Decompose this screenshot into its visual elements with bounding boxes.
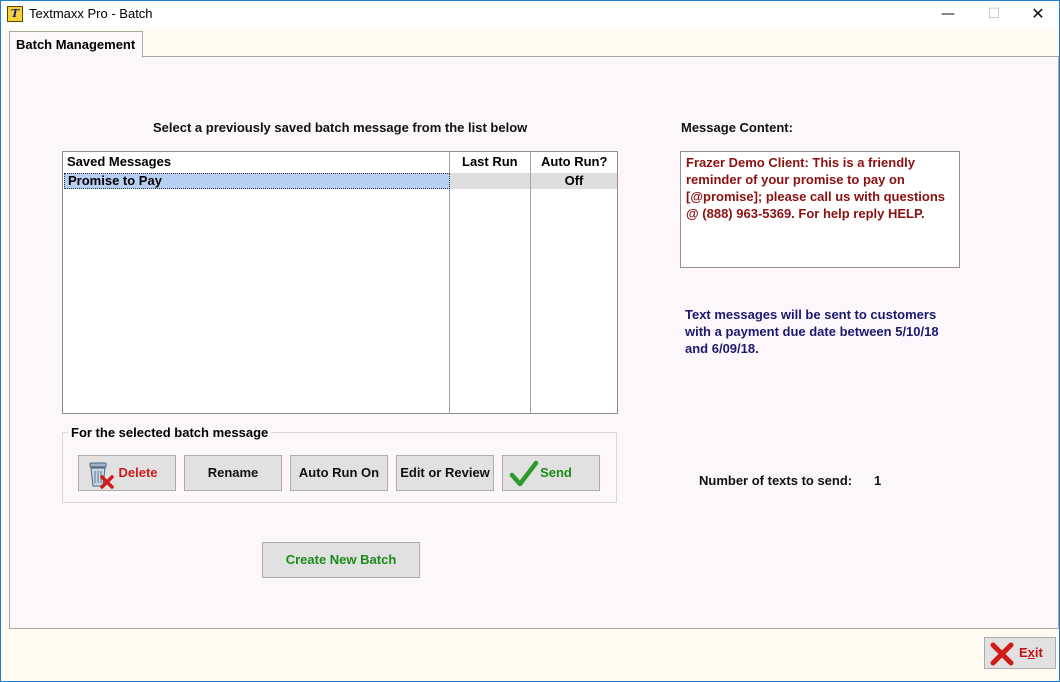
app-window: T Textmaxx Pro - Batch — ☐ ✕ Batch Manag… bbox=[0, 0, 1060, 682]
edit-or-review-button[interactable]: Edit or Review bbox=[396, 455, 494, 491]
send-button-label: Send bbox=[540, 465, 572, 480]
create-new-batch-button[interactable]: Create New Batch bbox=[262, 542, 420, 578]
exit-button-label: Exit bbox=[1019, 645, 1043, 660]
minimize-button[interactable]: — bbox=[925, 1, 971, 29]
textmaxx-logo-icon: T bbox=[7, 6, 23, 22]
message-content-label: Message Content: bbox=[681, 120, 793, 135]
trash-icon bbox=[89, 462, 114, 489]
window-title: Textmaxx Pro - Batch bbox=[29, 6, 153, 21]
title-bar[interactable]: T Textmaxx Pro - Batch — ☐ ✕ bbox=[1, 1, 1059, 29]
column-header-last-run[interactable]: Last Run bbox=[462, 154, 518, 169]
texts-to-send-count: 1 bbox=[874, 473, 882, 488]
close-x-icon bbox=[990, 642, 1014, 666]
instructions-label: Select a previously saved batch message … bbox=[153, 120, 528, 135]
column-divider bbox=[449, 152, 450, 413]
close-button[interactable]: ✕ bbox=[1015, 1, 1060, 29]
delete-button-label: Delete bbox=[118, 465, 158, 480]
batch-actions-group-title: For the selected batch message bbox=[68, 425, 272, 440]
maximize-button[interactable]: ☐ bbox=[971, 1, 1017, 29]
send-info-text: Text messages will be sent to customers … bbox=[685, 307, 939, 356]
auto-run-on-button[interactable]: Auto Run On bbox=[290, 455, 388, 491]
rename-button[interactable]: Rename bbox=[184, 455, 282, 491]
table-row-name[interactable]: Promise to Pay bbox=[64, 173, 450, 189]
delete-button[interactable]: Delete bbox=[78, 455, 176, 491]
send-button[interactable]: Send bbox=[502, 455, 600, 491]
table-row-last-run[interactable] bbox=[450, 173, 530, 189]
message-content-box[interactable]: Frazer Demo Client: This is a friendly r… bbox=[680, 151, 960, 268]
tab-batch-management[interactable]: Batch Management bbox=[9, 31, 143, 58]
checkmark-icon bbox=[509, 460, 539, 487]
exit-button[interactable]: Exit bbox=[984, 637, 1056, 669]
column-divider bbox=[530, 152, 531, 413]
saved-messages-grid[interactable]: Saved Messages Last Run Auto Run? Promis… bbox=[62, 151, 618, 414]
column-header-saved-messages[interactable]: Saved Messages bbox=[67, 154, 171, 169]
texts-to-send-label: Number of texts to send: bbox=[699, 473, 853, 488]
column-header-auto-run[interactable]: Auto Run? bbox=[541, 154, 607, 169]
table-row-auto-run[interactable]: Off bbox=[531, 173, 617, 189]
